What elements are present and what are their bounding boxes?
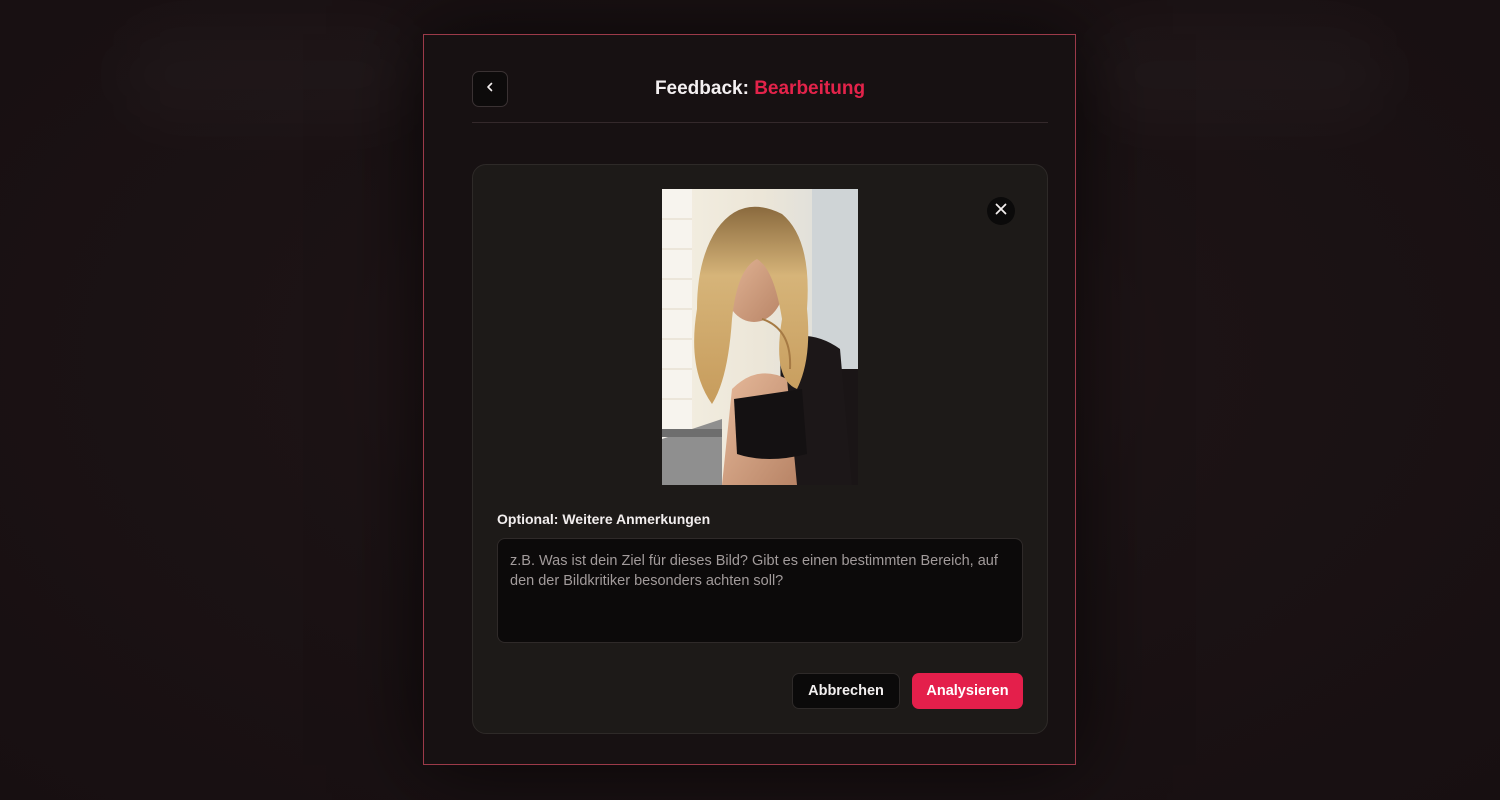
notes-textarea[interactable] [497, 538, 1023, 643]
dialog-header: Feedback: Bearbeitung [472, 71, 1048, 123]
title-prefix: Feedback: [654, 78, 749, 99]
notes-label: Optional: Weitere Anmerkungen [497, 511, 711, 527]
cancel-button[interactable]: Abbrechen [792, 673, 900, 709]
feedback-dialog: Feedback: Bearbeitung Optional: Weitere … [423, 34, 1076, 765]
background-blur-right [1090, 20, 1390, 130]
close-icon [994, 202, 1008, 221]
analyze-button[interactable]: Analysieren [912, 673, 1023, 709]
title-accent: Bearbeitung [754, 78, 866, 99]
upload-card: Optional: Weitere Anmerkungen Abbrechen … [472, 164, 1048, 734]
remove-image-button[interactable] [987, 197, 1015, 225]
page-title: Feedback: Bearbeitung [472, 78, 1048, 100]
uploaded-photo [662, 189, 858, 485]
background-blur-left [120, 20, 420, 130]
